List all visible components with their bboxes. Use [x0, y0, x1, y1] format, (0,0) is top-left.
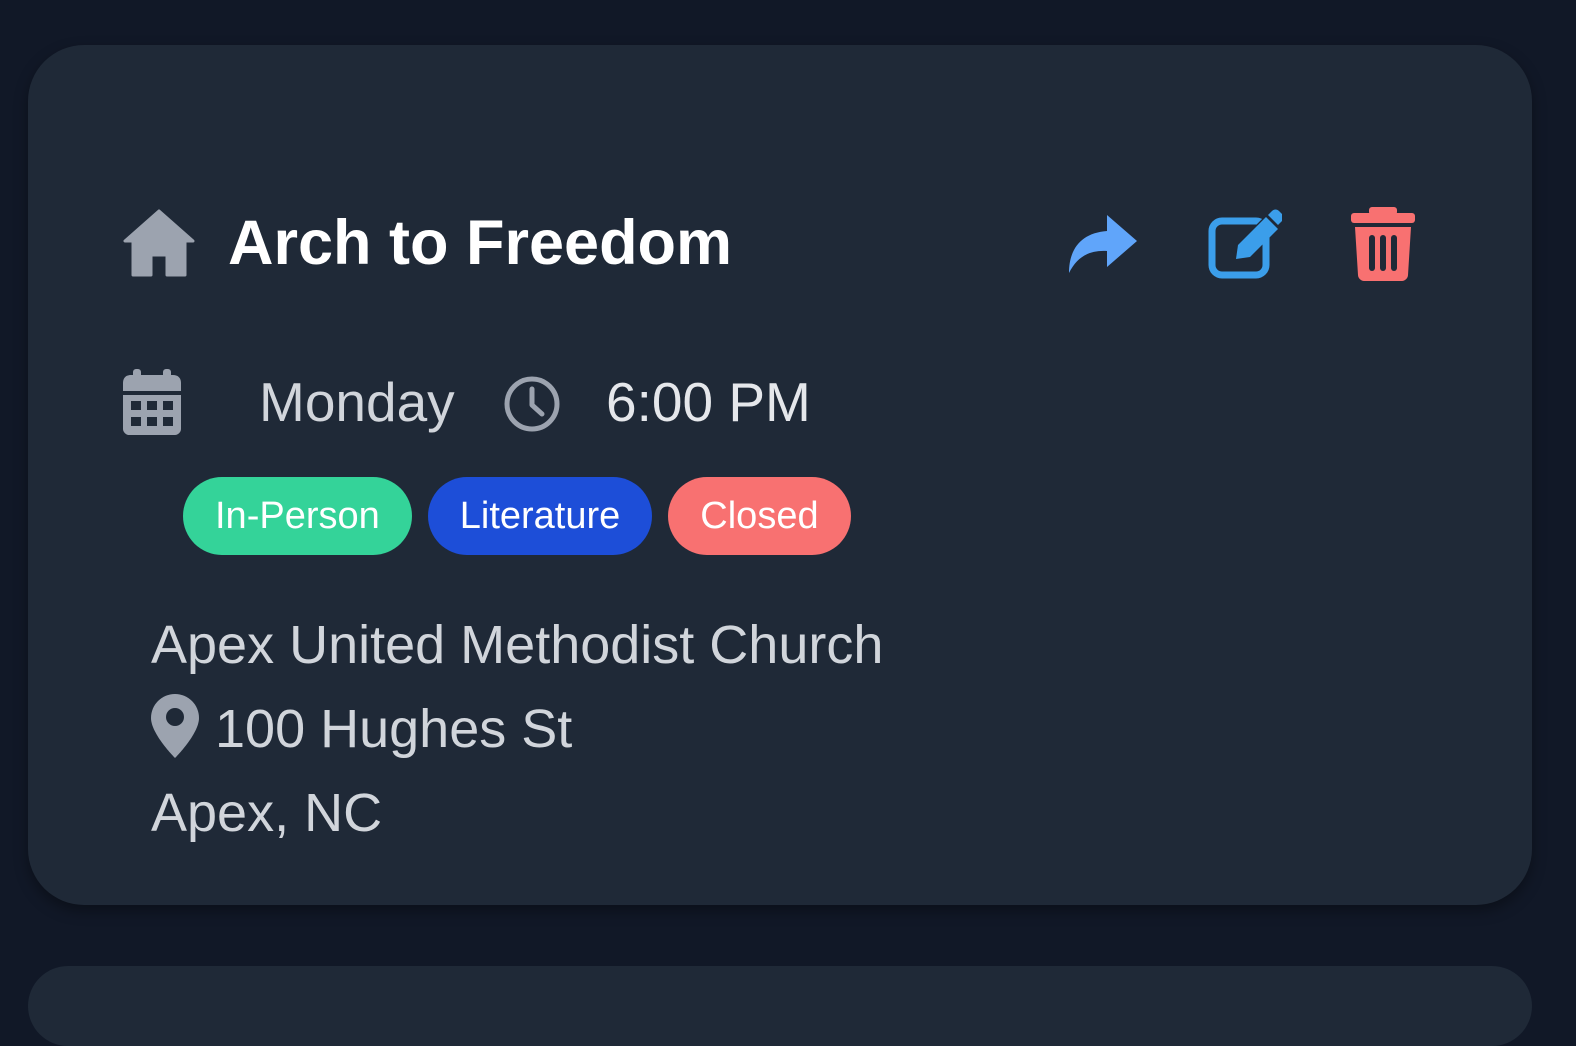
edit-icon	[1208, 209, 1284, 279]
meeting-tags: In-Person Literature Closed	[183, 477, 851, 557]
share-button[interactable]	[1063, 205, 1139, 281]
location-street[interactable]: 100 Hughes St	[215, 694, 572, 764]
meeting-card: Arch to Freedom Monday 6:00 PM In-Person…	[28, 45, 1532, 905]
trash-icon	[1351, 207, 1415, 281]
delete-button[interactable]	[1345, 205, 1421, 281]
tag-literature: Literature	[427, 477, 653, 555]
tag-in-person: In-Person	[183, 477, 412, 555]
calendar-icon	[123, 369, 181, 435]
location-city: Apex, NC	[151, 783, 383, 843]
meeting-day: Monday	[259, 371, 455, 433]
meeting-schedule: Monday 6:00 PM	[123, 365, 1023, 445]
tag-closed: Closed	[668, 477, 851, 555]
location-name: Apex United Methodist Church	[151, 615, 884, 675]
map-pin-icon	[151, 694, 199, 758]
home-icon	[123, 209, 195, 277]
meeting-title: Arch to Freedom	[228, 208, 733, 278]
next-meeting-card	[28, 966, 1532, 1046]
card-header: Arch to Freedom	[123, 195, 1423, 290]
meeting-time: 6:00 PM	[606, 371, 811, 433]
share-icon	[1069, 215, 1137, 273]
edit-button[interactable]	[1206, 205, 1284, 281]
clock-icon	[504, 376, 560, 432]
